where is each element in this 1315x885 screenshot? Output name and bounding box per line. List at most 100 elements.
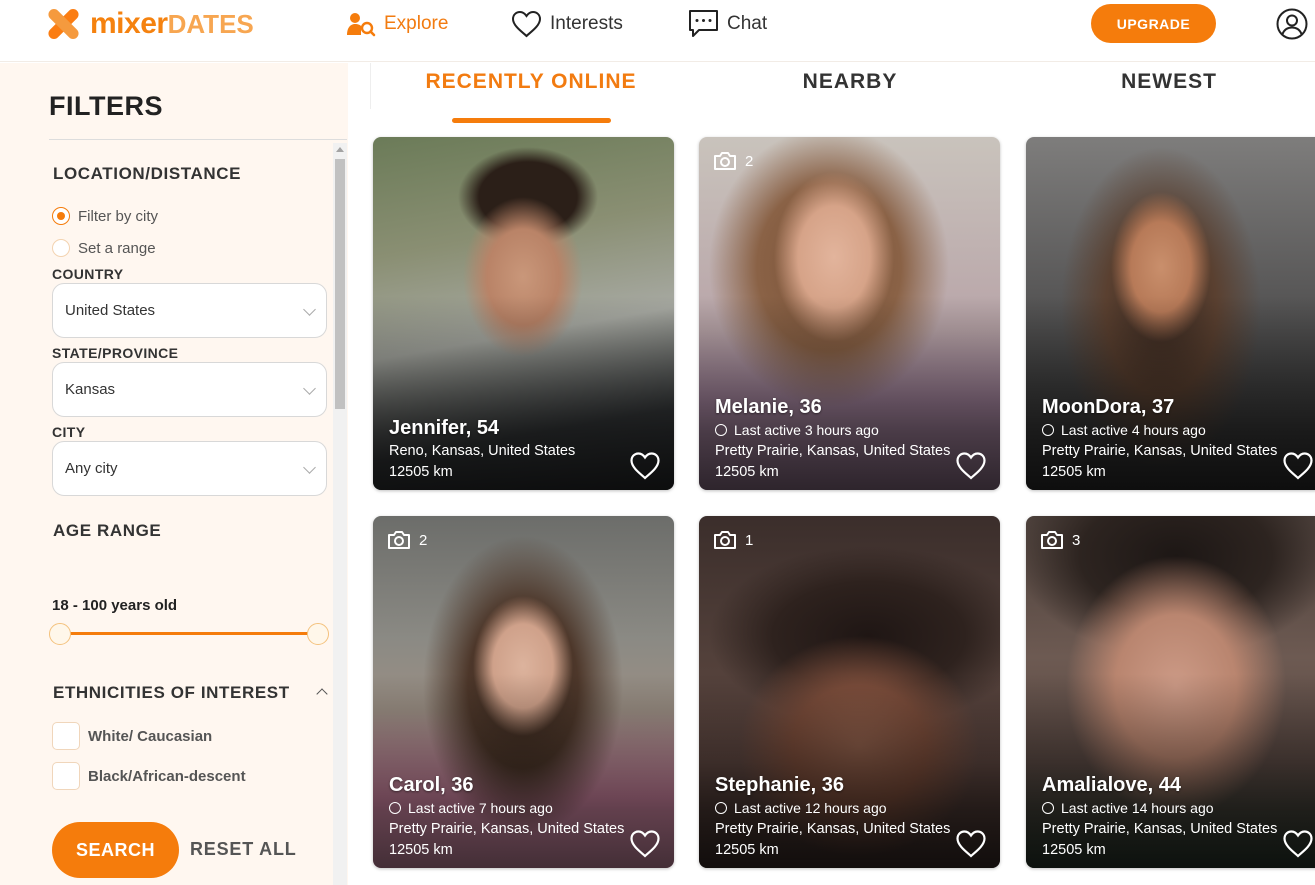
favorite-heart-icon[interactable] — [955, 451, 987, 481]
last-active-text: Last active 14 hours ago — [1061, 800, 1214, 816]
profile-location: Pretty Prairie, Kansas, United States — [715, 443, 951, 459]
explore-icon — [347, 13, 376, 37]
scroll-up-arrow-icon[interactable] — [336, 147, 344, 152]
profile-name: MoonDora, 37 — [1042, 396, 1175, 418]
account-icon[interactable] — [1276, 8, 1308, 40]
sidebar-scroll-thumb[interactable] — [335, 159, 345, 409]
profile-card[interactable]: MoonDora, 37 Last active 4 hours ago Pre… — [1026, 137, 1315, 490]
nav-explore-label: Explore — [384, 13, 449, 34]
top-navigation: mixerDATES Explore Interests Chat UPGRAD… — [0, 0, 1315, 62]
last-active: Last active 4 hours ago — [1042, 422, 1277, 438]
photo-count-value: 1 — [745, 531, 754, 549]
chat-icon — [689, 10, 718, 37]
status-dot-icon — [1042, 802, 1054, 814]
mixerdates-logo[interactable]: mixerDATES — [46, 4, 254, 44]
profile-card[interactable]: 2 Melanie, 36 Last active 3 hours ago Pr… — [699, 137, 1000, 490]
last-active: Last active 3 hours ago — [715, 422, 950, 438]
profile-card[interactable]: 3 Amalialove, 44 Last active 14 hours ag… — [1026, 516, 1315, 868]
photo-count: 2 — [387, 530, 427, 550]
profile-distance: 12505 km — [389, 464, 453, 480]
logo-x-icon — [46, 6, 81, 42]
tab-newest[interactable]: NEWEST — [1049, 70, 1289, 94]
radio-checked-icon — [52, 207, 70, 225]
last-active-text: Last active 4 hours ago — [1061, 422, 1206, 438]
city-select-value: Any city — [65, 460, 118, 477]
photo-count-value: 2 — [419, 531, 428, 549]
ethnicities-title: ETHNICITIES OF INTEREST — [53, 683, 290, 702]
favorite-heart-icon[interactable] — [955, 829, 987, 859]
country-select[interactable]: United States — [52, 283, 327, 338]
chevron-down-icon — [303, 461, 316, 474]
radio-set-a-range-label: Set a range — [78, 239, 156, 257]
camera-icon — [1041, 531, 1063, 549]
camera-icon — [714, 152, 736, 170]
state-label: STATE/PROVINCE — [52, 345, 179, 361]
logo-text: mixerDATES — [90, 7, 254, 40]
profile-location: Reno, Kansas, United States — [389, 443, 576, 459]
last-active-text: Last active 3 hours ago — [734, 422, 879, 438]
age-slider-track[interactable] — [60, 632, 318, 635]
profile-card[interactable]: Jennifer, 54 Reno, Kansas, United States… — [373, 137, 674, 490]
chevron-down-icon — [303, 382, 316, 395]
nav-interests[interactable]: Interests — [511, 8, 623, 40]
nav-explore[interactable]: Explore — [346, 8, 448, 40]
profile-name: Carol, 36 — [389, 774, 474, 796]
state-select-value: Kansas — [65, 381, 116, 398]
last-active: Last active 12 hours ago — [715, 800, 950, 816]
profile-info: Jennifer, 54 Reno, Kansas, United States… — [389, 417, 624, 480]
tabs-divider — [370, 63, 371, 109]
chevron-down-icon — [303, 303, 316, 316]
profile-distance: 12505 km — [715, 842, 779, 858]
favorite-heart-icon[interactable] — [1282, 829, 1314, 859]
nav-chat-label: Chat — [727, 13, 768, 34]
city-select[interactable]: Any city — [52, 441, 327, 496]
filters-title: FILTERS — [49, 91, 163, 121]
ethnicity-checkbox-white[interactable]: White/ Caucasian — [52, 722, 212, 750]
profile-info: Amalialove, 44 Last active 14 hours ago … — [1042, 774, 1277, 858]
upgrade-button[interactable]: UPGRADE — [1091, 4, 1216, 43]
profile-name: Jennifer, 54 — [389, 417, 500, 439]
radio-filter-by-city[interactable]: Filter by city — [52, 207, 158, 225]
reset-all-button[interactable]: RESET ALL — [190, 839, 297, 860]
checkbox-icon — [52, 762, 80, 790]
profile-location: Pretty Prairie, Kansas, United States — [715, 821, 951, 837]
radio-set-a-range[interactable]: Set a range — [52, 239, 156, 257]
camera-icon — [388, 531, 410, 549]
profile-location: Pretty Prairie, Kansas, United States — [389, 821, 625, 837]
profile-distance: 12505 km — [1042, 842, 1106, 858]
last-active-text: Last active 7 hours ago — [408, 800, 553, 816]
last-active-text: Last active 12 hours ago — [734, 800, 887, 816]
profile-info: Carol, 36 Last active 7 hours ago Pretty… — [389, 774, 624, 858]
camera-icon — [714, 531, 736, 549]
heart-icon — [511, 10, 542, 38]
favorite-heart-icon[interactable] — [629, 451, 661, 481]
chevron-up-icon[interactable] — [316, 688, 328, 700]
checkbox-icon — [52, 722, 80, 750]
profile-card[interactable]: 2 Carol, 36 Last active 7 hours ago Pret… — [373, 516, 674, 868]
tab-recently-online[interactable]: RECENTLY ONLINE — [411, 70, 651, 94]
photo-count: 2 — [713, 151, 753, 171]
radio-filter-by-city-label: Filter by city — [78, 207, 159, 225]
age-slider-max-handle[interactable] — [307, 623, 329, 645]
favorite-heart-icon[interactable] — [1282, 451, 1314, 481]
search-button[interactable]: SEARCH — [52, 822, 179, 878]
nav-chat[interactable]: Chat — [688, 8, 767, 40]
profile-name: Amalialove, 44 — [1042, 774, 1181, 796]
profile-location: Pretty Prairie, Kansas, United States — [1042, 443, 1278, 459]
profile-info: MoonDora, 37 Last active 4 hours ago Pre… — [1042, 396, 1277, 480]
tab-nearby[interactable]: NEARBY — [730, 70, 970, 94]
status-dot-icon — [389, 802, 401, 814]
age-slider-min-handle[interactable] — [49, 623, 71, 645]
state-select[interactable]: Kansas — [52, 362, 327, 417]
photo-count: 3 — [1040, 530, 1080, 550]
favorite-heart-icon[interactable] — [629, 829, 661, 859]
photo-count-value: 3 — [1072, 531, 1081, 549]
photo-count: 1 — [713, 530, 753, 550]
location-section-title: LOCATION/DISTANCE — [53, 164, 242, 183]
photo-count-value: 2 — [745, 152, 754, 170]
ethnicity-checkbox-black[interactable]: Black/African-descent — [52, 762, 246, 790]
profile-name: Melanie, 36 — [715, 396, 822, 418]
profile-card[interactable]: 1 Stephanie, 36 Last active 12 hours ago… — [699, 516, 1000, 868]
filters-divider — [49, 139, 347, 140]
profile-info: Melanie, 36 Last active 3 hours ago Pret… — [715, 396, 950, 480]
